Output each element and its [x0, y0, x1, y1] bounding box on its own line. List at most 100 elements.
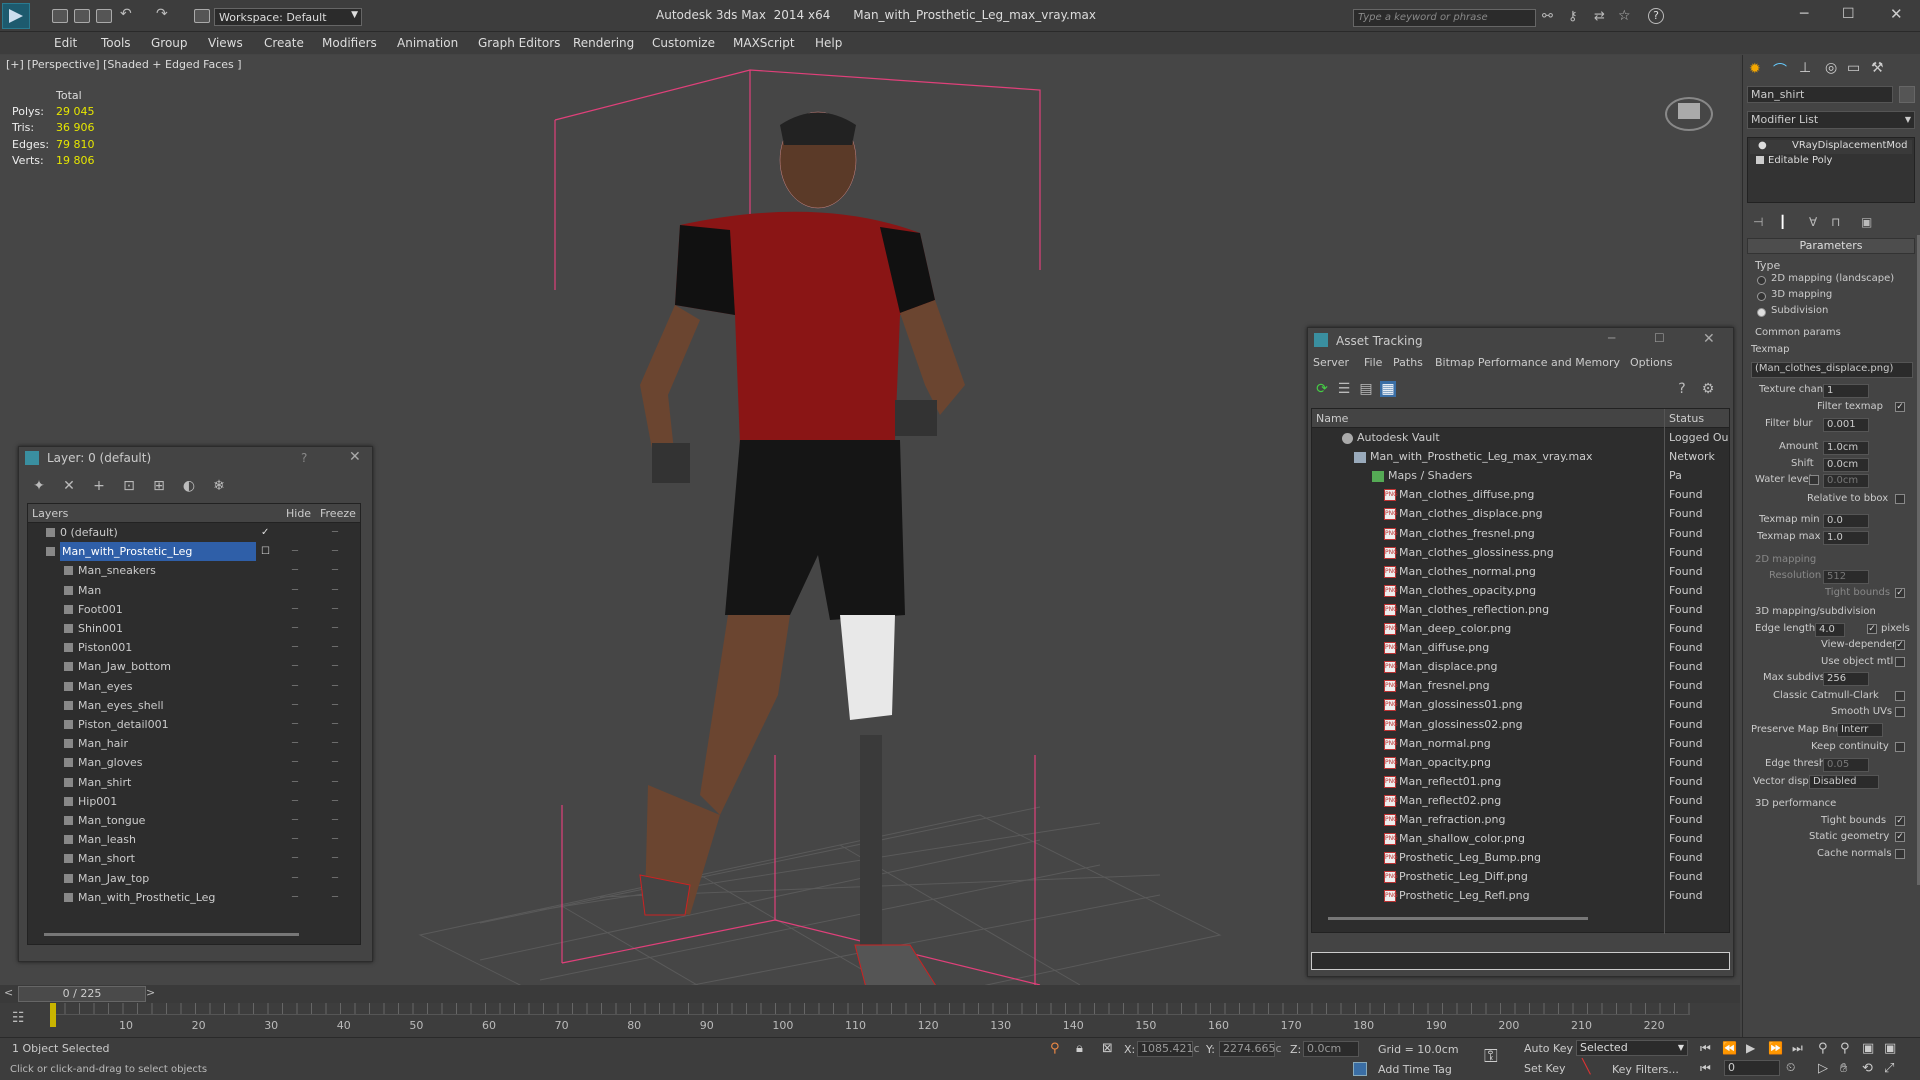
open-file-icon[interactable]: [74, 9, 90, 23]
menu-tools[interactable]: Tools: [101, 36, 131, 50]
freeze-toggle[interactable]: ─: [332, 869, 338, 888]
help-icon[interactable]: ?: [1648, 8, 1664, 24]
hide-toggle[interactable]: ─: [292, 657, 298, 676]
asset-row[interactable]: PNGMan_opacity.png Found: [1312, 753, 1729, 772]
time-config-icon[interactable]: ⏲: [1786, 1060, 1795, 1075]
asset-row[interactable]: PNGMan_deep_color.png Found: [1312, 619, 1729, 638]
time-tag-icon[interactable]: [1353, 1062, 1367, 1076]
asset-close-icon[interactable]: ✕: [1703, 331, 1715, 347]
time-slider[interactable]: < 0 / 225 >: [0, 985, 1740, 1003]
stack-item-editable-poly[interactable]: Editable Poly: [1750, 155, 1912, 169]
water-level-checkbox[interactable]: [1809, 475, 1819, 485]
freeze-toggle[interactable]: ─: [332, 753, 338, 772]
show-end-result-icon[interactable]: ┃: [1779, 215, 1786, 229]
texmap-button[interactable]: (Man_clothes_displace.png): [1751, 362, 1913, 378]
asset-row[interactable]: Maps / Shaders: [1312, 466, 1729, 485]
hide-toggle[interactable]: ─: [292, 638, 298, 657]
hide-toggle[interactable]: ─: [292, 600, 298, 619]
lock-selection-icon[interactable]: 🔒︎: [1076, 1041, 1083, 1056]
freeze-toggle[interactable]: ─: [332, 888, 338, 907]
tight-bounds-2d-checkbox[interactable]: ✓: [1895, 588, 1905, 598]
modifier-stack[interactable]: ● VRayDisplacementMod Editable Poly: [1747, 137, 1915, 203]
filter-blur-field[interactable]: 0.001: [1823, 418, 1869, 432]
current-layer-check-icon[interactable]: ✓: [261, 523, 269, 542]
freeze-all-icon[interactable]: ❄: [211, 478, 227, 494]
time-slider-next-icon[interactable]: >: [146, 986, 155, 999]
display-tab-icon[interactable]: ▭: [1847, 60, 1860, 76]
utilities-tab-icon[interactable]: ⚒: [1871, 60, 1884, 76]
detail-view-icon[interactable]: ▤: [1358, 381, 1374, 397]
asset-minimize-icon[interactable]: ─: [1608, 331, 1615, 345]
project-folder-icon[interactable]: [194, 9, 210, 23]
z-coordinate-field[interactable]: 0.0cm: [1303, 1041, 1359, 1057]
binoculars-icon[interactable]: ⚯: [1542, 9, 1553, 24]
freeze-toggle[interactable]: ─: [332, 792, 338, 811]
track-bar[interactable]: ☷ 10 20 30 40 50 60 70 80 90 100 110 120 130 140 150 16…: [0, 1003, 1740, 1037]
add-to-layer-icon[interactable]: +: [91, 478, 107, 494]
layer-close-icon[interactable]: ✕: [349, 449, 361, 465]
isolate-icon[interactable]: ⚲: [1050, 1041, 1060, 1056]
layer-object-row[interactable]: Man_tongue ─ ─: [28, 811, 360, 830]
radio-subdivision[interactable]: [1757, 308, 1766, 317]
texmap-min-field[interactable]: 0.0: [1823, 514, 1869, 528]
asset-row[interactable]: PNGMan_clothes_normal.png Found: [1312, 562, 1729, 581]
hide-toggle[interactable]: ─: [292, 561, 298, 580]
set-key-button[interactable]: Set Key: [1524, 1062, 1566, 1075]
asset-row[interactable]: Man_with_Prosthetic_Leg_max_vray.max Netw…: [1312, 447, 1729, 482]
set-key-mode-icon[interactable]: ⚿: [1484, 1046, 1498, 1067]
current-frame-field[interactable]: 0: [1724, 1060, 1780, 1076]
y-coordinate-field[interactable]: 2274.665c: [1219, 1041, 1282, 1057]
freeze-toggle[interactable]: ─: [332, 600, 338, 619]
new-layer-icon[interactable]: ✦: [31, 478, 47, 494]
menu-rendering[interactable]: Rendering: [573, 36, 634, 50]
layer-manager-window[interactable]: Layer: 0 (default) ? ✕ ✦ ✕ + ⊡ ⊞ ◐ ❄ Lay…: [18, 446, 373, 962]
layer-list[interactable]: Layers Hide Freeze 0 (default) ✓ ─ Man_with…: [27, 503, 361, 945]
asset-path-field[interactable]: [1311, 952, 1730, 970]
redo-icon[interactable]: ↷: [156, 6, 168, 22]
asset-row[interactable]: PNGMan_glossiness02.png Found: [1312, 715, 1729, 734]
freeze-toggle[interactable]: ─: [332, 677, 338, 696]
freeze-toggle[interactable]: ─: [332, 619, 338, 638]
star-icon[interactable]: ☆: [1618, 8, 1631, 24]
tight-bounds-perf-checkbox[interactable]: ✓: [1895, 816, 1905, 826]
stack-item-vray-displacement[interactable]: ● VRayDisplacementMod: [1750, 140, 1912, 154]
asset-row[interactable]: PNGMan_displace.png Found: [1312, 657, 1729, 676]
resolution-field[interactable]: 512: [1823, 570, 1869, 584]
amount-field[interactable]: 1.0cm: [1823, 441, 1869, 455]
hide-toggle[interactable]: ─: [292, 753, 298, 772]
radio-2d-mapping[interactable]: [1757, 276, 1766, 285]
freeze-toggle[interactable]: ─: [332, 830, 338, 849]
asset-row[interactable]: PNGProsthetic_Leg_Refl.png Found: [1312, 886, 1729, 905]
key-mode-icon[interactable]: ⏮: [1700, 1061, 1711, 1076]
edge-length-field[interactable]: 4.0: [1815, 623, 1845, 637]
zoom-extents-all-icon[interactable]: ▣: [1884, 1041, 1896, 1056]
zoom-extents-icon[interactable]: ▣: [1862, 1041, 1874, 1056]
freeze-toggle[interactable]: ─: [332, 696, 338, 715]
object-name-field[interactable]: Man_shirt: [1747, 86, 1893, 103]
set-key-icon[interactable]: ╲: [1582, 1059, 1590, 1075]
configure-sets-icon[interactable]: ▣: [1861, 215, 1872, 229]
make-unique-icon[interactable]: ∀: [1809, 215, 1817, 229]
layer-row-default[interactable]: 0 (default) ✓ ─: [28, 523, 360, 542]
view-dependent-checkbox[interactable]: ✓: [1895, 640, 1905, 650]
asset-list[interactable]: Name Status Autodesk Vault Logged Ou Man_w…: [1311, 408, 1730, 934]
workspace-dropdown[interactable]: Workspace: Default ▼: [214, 8, 362, 26]
hide-all-icon[interactable]: ◐: [181, 478, 197, 494]
time-slider-prev-icon[interactable]: <: [4, 986, 13, 999]
key-selection-dropdown[interactable]: Selected ▼: [1576, 1040, 1688, 1056]
freeze-toggle[interactable]: ─: [332, 523, 338, 542]
layer-object-row[interactable]: Foot001 ─ ─: [28, 600, 360, 619]
texmap-max-field[interactable]: 1.0: [1823, 531, 1869, 545]
asset-row[interactable]: PNGMan_shallow_color.png Found: [1312, 829, 1729, 848]
undo-icon[interactable]: ↶: [120, 6, 132, 22]
layer-object-row[interactable]: Man_leash ─ ─: [28, 830, 360, 849]
next-frame-icon[interactable]: ⏩: [1768, 1041, 1783, 1055]
layer-object-row[interactable]: Man_with_Prosthetic_Leg ─ ─: [28, 888, 360, 907]
asset-menu-options[interactable]: Options: [1630, 356, 1672, 369]
layer-object-row[interactable]: Man_Jaw_top ─ ─: [28, 869, 360, 888]
pan-icon[interactable]: ✋︎: [1840, 1061, 1847, 1076]
x-coordinate-field[interactable]: 1085.421c: [1137, 1041, 1200, 1057]
transform-mode-icon[interactable]: ⊠: [1102, 1041, 1113, 1056]
layer-object-row[interactable]: Man_Jaw_bottom ─ ─: [28, 657, 360, 676]
freeze-toggle[interactable]: ─: [332, 542, 338, 561]
